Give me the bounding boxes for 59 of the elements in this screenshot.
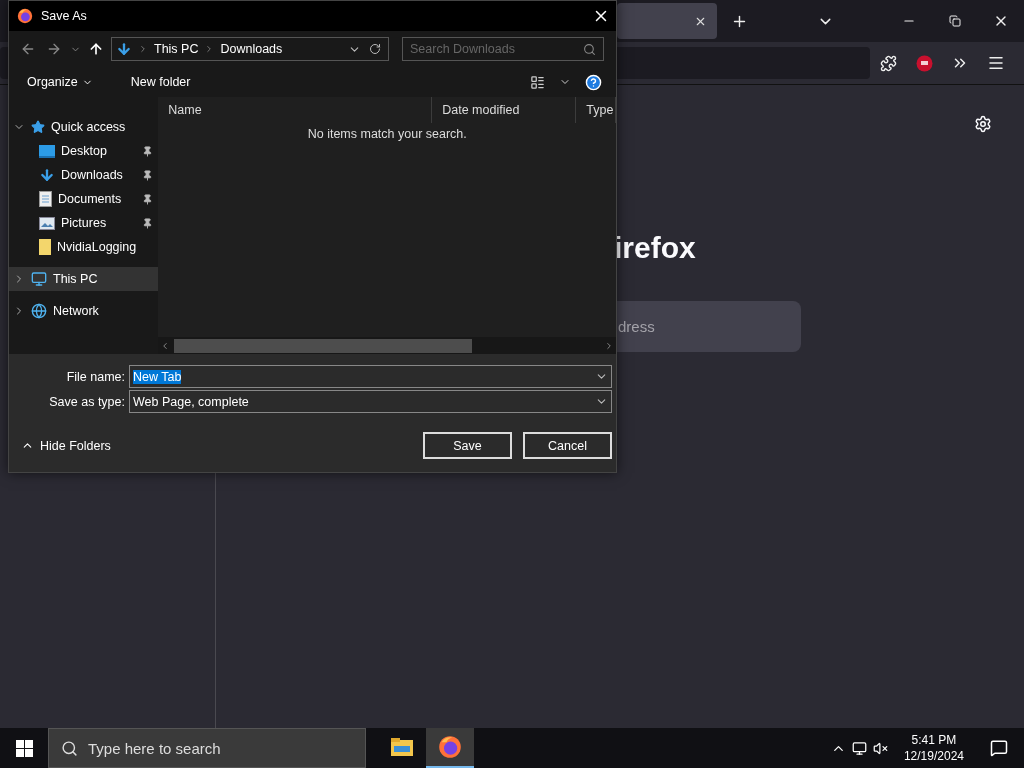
toolbar-command[interactable]: Organize	[19, 71, 101, 93]
search-icon	[61, 739, 78, 757]
refresh-icon[interactable]	[369, 42, 381, 55]
file-type-dropdown[interactable]: Web Page, complete	[129, 390, 612, 413]
desktop-icon	[39, 144, 55, 158]
taskbar-search-field[interactable]: Type here to search	[48, 728, 366, 768]
view-options-icon[interactable]	[530, 74, 545, 90]
toolbar-command[interactable]: New folder	[122, 71, 199, 93]
taskbar-app-button[interactable]	[426, 728, 474, 768]
forward-icon[interactable]	[46, 41, 62, 57]
column-header[interactable]: Date modified	[432, 97, 577, 123]
column-header[interactable]: Name	[158, 97, 433, 123]
back-icon[interactable]	[20, 41, 36, 57]
browser-heading: irefox	[614, 231, 696, 265]
nav-tree-item[interactable]: Downloads	[9, 163, 159, 187]
volume-muted-icon[interactable]	[872, 740, 888, 756]
picture-icon	[39, 216, 55, 230]
nav-tree-item[interactable]: This PC	[9, 267, 159, 291]
extensions-icon[interactable]	[879, 54, 897, 72]
network-icon[interactable]	[851, 740, 867, 756]
download-arrow-icon	[116, 41, 132, 57]
dialog-button[interactable]: Save	[423, 432, 512, 459]
help-icon[interactable]	[585, 73, 602, 91]
computer-icon	[31, 271, 47, 287]
document-icon	[39, 191, 52, 207]
up-icon[interactable]	[88, 41, 104, 57]
breadcrumb-item[interactable]: This PC	[154, 42, 199, 56]
nav-tree-item[interactable]: Pictures	[9, 211, 159, 235]
dialog-button[interactable]: Cancel	[523, 432, 612, 459]
nav-tree-item[interactable]: Quick access	[9, 115, 159, 139]
file-name-field[interactable]: New Tab	[129, 365, 612, 388]
taskbar-clock[interactable]: 5:41 PM 12/19/2024	[893, 732, 974, 764]
scrollbar-thumb[interactable]	[174, 338, 473, 353]
folder-icon	[39, 239, 51, 255]
field-label: Save as type:	[48, 394, 126, 409]
hide-folders-button[interactable]: Hide Folders	[21, 438, 111, 453]
star-icon	[31, 120, 45, 134]
dialog-title: Save As	[41, 9, 87, 23]
shield-extension-icon[interactable]	[915, 54, 933, 72]
notifications-icon[interactable]	[990, 739, 1008, 757]
network-icon	[31, 303, 47, 319]
empty-message: No items match your search.	[307, 127, 467, 141]
firefox-icon	[438, 735, 462, 759]
settings-icon[interactable]	[974, 115, 992, 133]
nav-tree-item[interactable]: Documents	[9, 187, 159, 211]
nav-tree-item[interactable]: NvidiaLogging	[9, 235, 159, 259]
nav-tree-item[interactable]: Network	[9, 299, 159, 323]
column-header[interactable]: Type	[576, 97, 617, 123]
restore-icon[interactable]	[949, 15, 962, 27]
field-label: File name:	[65, 369, 126, 384]
firefox-icon	[17, 8, 33, 24]
separator-chevron-icon	[138, 44, 148, 54]
search-icon	[583, 42, 596, 56]
nav-tree-item[interactable]: Desktop	[9, 139, 159, 163]
windows-start-icon[interactable]	[15, 739, 33, 757]
breadcrumb-item[interactable]: Downloads	[220, 42, 283, 56]
address-bar[interactable]: This PC Downloads	[111, 37, 389, 61]
menu-icon[interactable]	[987, 54, 1005, 72]
folder-icon	[391, 738, 413, 756]
